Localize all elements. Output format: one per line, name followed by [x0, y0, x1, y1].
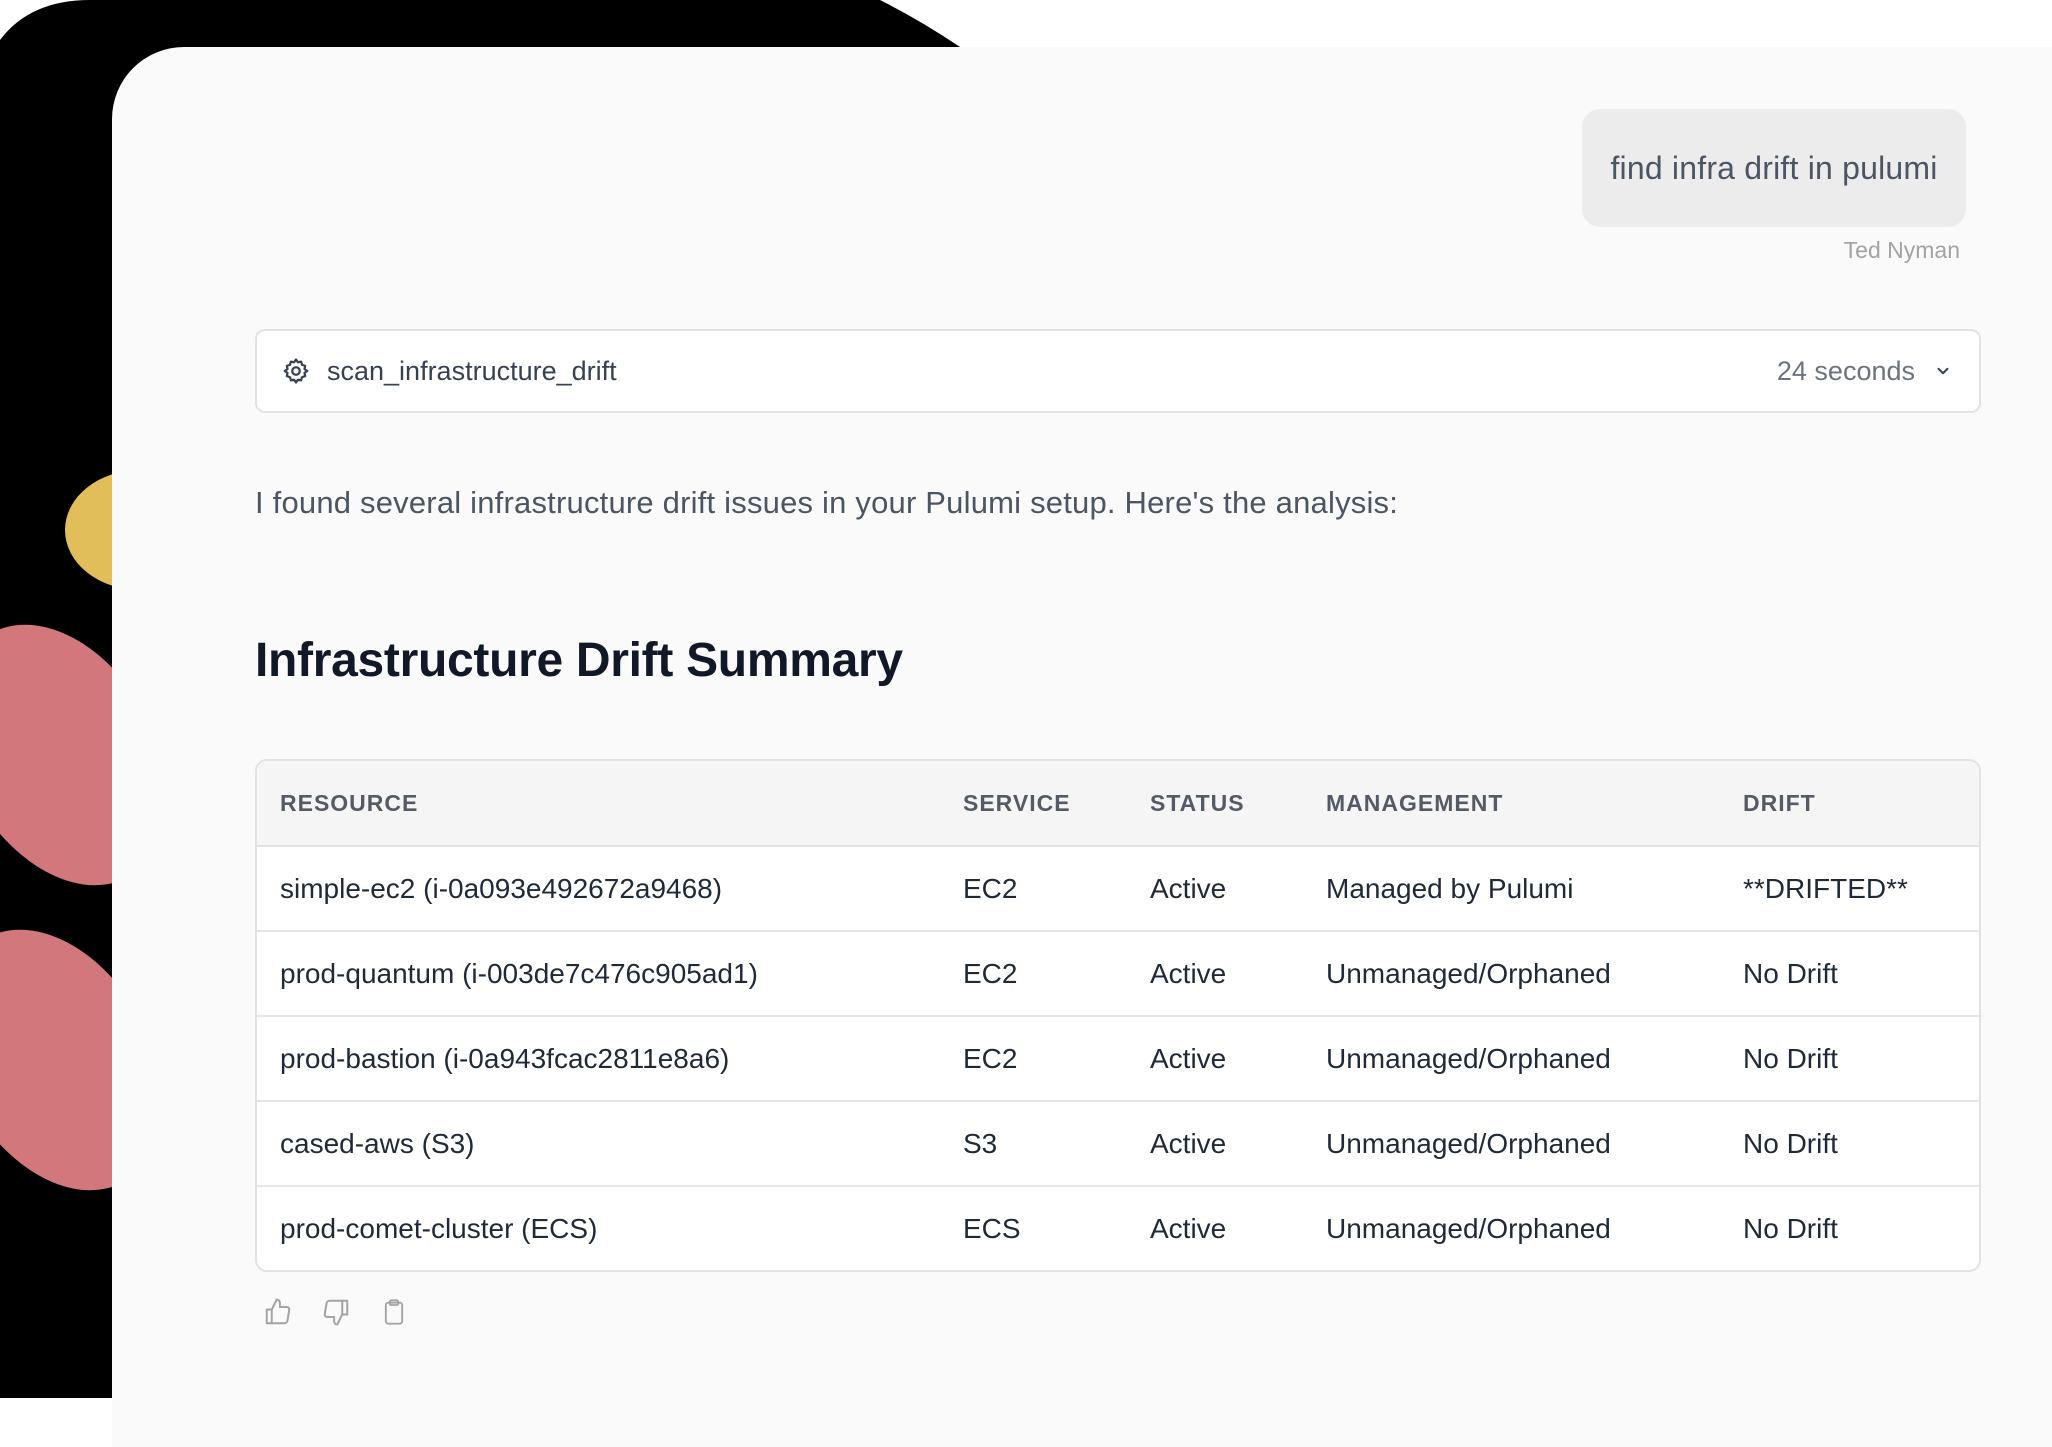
column-header-drift: DRIFT: [1720, 761, 1979, 847]
section-heading: Infrastructure Drift Summary: [255, 634, 903, 687]
cell-drift: No Drift: [1743, 1212, 1838, 1244]
column-header-service: SERVICE: [940, 761, 1127, 847]
message-actions: [262, 1295, 410, 1329]
cell-status: Active: [1127, 846, 1303, 932]
clipboard-icon[interactable]: [378, 1295, 410, 1329]
cell-service: EC2: [940, 1016, 1127, 1102]
tool-call-panel[interactable]: scan_infrastructure_drift 24 seconds: [255, 329, 1981, 413]
assistant-intro-text: I found several infrastructure drift iss…: [255, 485, 1399, 520]
cell-resource: prod-bastion (i-0a943fcac2811e8a6): [257, 1016, 940, 1102]
cell-drift: **DRIFTED**: [1720, 846, 1979, 932]
cell-resource: prod-comet-cluster (ECS): [280, 1212, 598, 1244]
chat-window: find infra drift in pulumi Ted Nyman sca…: [112, 47, 2052, 1447]
drift-summary-table: RESOURCE SERVICE STATUS MANAGEMENT DRIFT…: [255, 759, 1981, 1272]
cell-management: Unmanaged/Orphaned: [1303, 931, 1720, 1017]
table-row: prod-comet-cluster (ECS) ECS Active Unma…: [257, 1186, 1979, 1270]
cell-service: EC2: [940, 846, 1127, 932]
table-header-row: RESOURCE SERVICE STATUS MANAGEMENT DRIFT: [257, 761, 1979, 847]
cell-service: EC2: [940, 931, 1127, 1017]
cell-status: Active: [1150, 1212, 1227, 1244]
cell-drift: No Drift: [1720, 1101, 1979, 1187]
column-header-resource: RESOURCE: [257, 761, 940, 847]
column-header-status: STATUS: [1127, 761, 1303, 847]
cell-drift: No Drift: [1720, 931, 1979, 1017]
table-row: cased-aws (S3) S3 Active Unmanaged/Orpha…: [257, 1101, 1979, 1187]
cell-resource: simple-ec2 (i-0a093e492672a9468): [257, 846, 940, 932]
thumbs-down-icon[interactable]: [320, 1295, 352, 1329]
chat-content: find infra drift in pulumi Ted Nyman sca…: [112, 47, 2052, 1398]
cell-management: Unmanaged/Orphaned: [1326, 1212, 1611, 1244]
tool-call-duration: 24 seconds: [1776, 355, 1915, 386]
cell-management: Unmanaged/Orphaned: [1303, 1016, 1720, 1102]
cell-status: Active: [1127, 1016, 1303, 1102]
backdrop-dark-shape: [0, 0, 960, 47]
table-row: prod-quantum (i-003de7c476c905ad1) EC2 A…: [257, 931, 1979, 1017]
cell-status: Active: [1127, 931, 1303, 1017]
cell-resource: cased-aws (S3): [257, 1101, 940, 1187]
cell-service: S3: [940, 1101, 1127, 1187]
cell-status: Active: [1127, 1101, 1303, 1187]
cell-drift: No Drift: [1720, 1016, 1979, 1102]
chevron-down-icon[interactable]: [1929, 357, 1957, 385]
user-name-label: Ted Nyman: [1843, 237, 1960, 263]
cell-management: Unmanaged/Orphaned: [1303, 1101, 1720, 1187]
user-message-bubble: find infra drift in pulumi: [1582, 109, 1966, 227]
cell-resource: prod-quantum (i-003de7c476c905ad1): [257, 931, 940, 1017]
tool-call-name: scan_infrastructure_drift: [327, 355, 617, 386]
table-row: simple-ec2 (i-0a093e492672a9468) EC2 Act…: [257, 846, 1979, 932]
thumbs-up-icon[interactable]: [262, 1295, 294, 1329]
column-header-management: MANAGEMENT: [1303, 761, 1720, 847]
cell-service: ECS: [963, 1212, 1021, 1244]
table-row: prod-bastion (i-0a943fcac2811e8a6) EC2 A…: [257, 1016, 1979, 1102]
cell-management: Managed by Pulumi: [1303, 846, 1720, 932]
gear-icon: [281, 356, 311, 386]
